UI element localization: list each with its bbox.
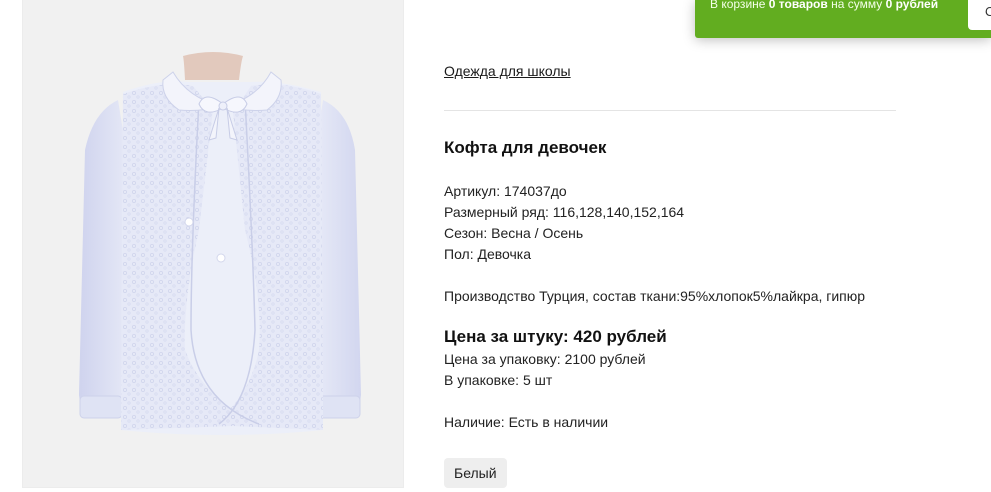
- price-per-unit: Цена за штуку: 420 рублей: [444, 327, 667, 346]
- category-link[interactable]: Одежда для школы: [444, 61, 571, 82]
- pack-quantity: В упаковке: 5 шт: [444, 372, 553, 388]
- cart-sum: 0 рублей: [885, 0, 939, 11]
- product-photo[interactable]: [22, 0, 404, 488]
- product-season: Сезон: Весна / Осень: [444, 225, 584, 241]
- color-option-white[interactable]: Белый: [444, 458, 507, 488]
- divider: [444, 110, 896, 111]
- price-per-pack: Цена за упаковку: 2100 рублей: [444, 351, 646, 367]
- product-production: Производство Турция, состав ткани:95%хло…: [444, 288, 866, 304]
- availability: Наличие: Есть в наличии: [444, 414, 609, 430]
- product-sizes: Размерный ряд: 116,128,140,152,164: [444, 204, 685, 220]
- cart-count: 0 товаров: [768, 0, 828, 11]
- cart-summary-text: В корзине 0 товаров на сумму 0 рублей: [710, 0, 938, 11]
- cart-checkout-button[interactable]: О: [968, 0, 991, 30]
- product-article: Артикул: 174037до: [444, 183, 567, 199]
- blouse-image: [79, 52, 361, 435]
- cart-summary-bar[interactable]: В корзине 0 товаров на сумму 0 рублей О: [695, 0, 991, 38]
- product-gender: Пол: Девочка: [444, 246, 532, 262]
- product-title: Кофта для девочек: [444, 138, 607, 157]
